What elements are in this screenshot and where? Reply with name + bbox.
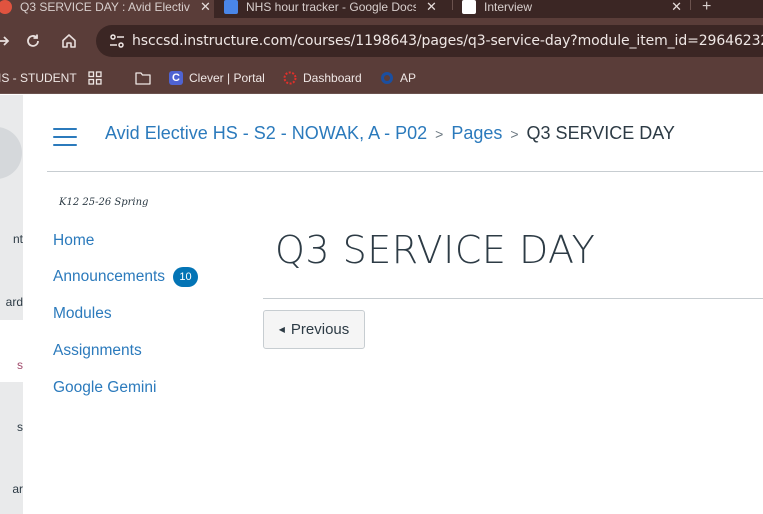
bookmark-label: IS - STUDENT xyxy=(0,71,77,85)
global-nav-courses[interactable]: s xyxy=(0,320,23,382)
course-nav-home[interactable]: Home xyxy=(53,232,94,250)
address-bar[interactable]: hsccsd.instructure.com/courses/1198643/p… xyxy=(96,25,763,57)
browser-tab-interview[interactable]: Interview ✕ xyxy=(462,0,682,18)
course-nav-label: Google Gemini xyxy=(53,379,157,396)
browser-toolbar: hsccsd.instructure.com/courses/1198643/p… xyxy=(0,18,763,64)
previous-label: Previous xyxy=(290,321,350,338)
course-nav-google-gemini[interactable]: Google Gemini xyxy=(53,379,156,397)
browser-tab-strip: Q3 SERVICE DAY : Avid Elective ✕ NHS hou… xyxy=(0,0,763,18)
chevron-right-icon: > xyxy=(510,125,519,142)
term-label: K12 25-26 Spring xyxy=(59,197,149,208)
course-nav-label: Modules xyxy=(53,305,112,322)
global-nav-label: s xyxy=(17,358,23,372)
home-icon[interactable] xyxy=(60,32,78,50)
global-navigation: nt ard s s ar xyxy=(0,95,23,514)
global-nav-label: ard xyxy=(5,295,23,309)
google-docs-favicon-icon xyxy=(224,0,238,14)
close-tab-icon[interactable]: ✕ xyxy=(426,0,437,15)
forward-arrow-icon[interactable] xyxy=(0,32,12,50)
tab-separator xyxy=(690,0,691,10)
unread-count-badge: 10 xyxy=(173,267,199,287)
breadcrumb: Avid Elective HS - S2 - NOWAK, A - P02 >… xyxy=(105,123,675,144)
bookmark-folder[interactable] xyxy=(135,71,157,85)
browser-tab-active[interactable]: Q3 SERVICE DAY : Avid Elective ✕ xyxy=(0,0,214,18)
breadcrumb-current-page: Q3 SERVICE DAY xyxy=(526,123,675,143)
breadcrumb-course-link[interactable]: Avid Elective HS - S2 - NOWAK, A - P02 xyxy=(105,123,427,144)
bookmark-label: Clever | Portal xyxy=(189,71,265,85)
interview-favicon-icon xyxy=(462,0,476,14)
canvas-favicon-icon xyxy=(0,0,12,14)
global-nav-calendar[interactable]: ar xyxy=(0,482,23,496)
bookmark-apps[interactable] xyxy=(88,71,108,85)
tab-title: NHS hour tracker - Google Docs xyxy=(246,0,416,14)
previous-button[interactable]: ◀ Previous xyxy=(263,310,365,349)
new-tab-button[interactable]: + xyxy=(702,0,722,18)
course-menu-toggle-icon[interactable] xyxy=(53,128,77,146)
tab-title: Interview xyxy=(484,0,533,14)
bookmark-student[interactable]: IS - STUDENT xyxy=(0,71,77,85)
bookmark-label: Dashboard xyxy=(303,71,362,85)
global-nav-logo[interactable] xyxy=(0,127,22,179)
bookmark-label: AP xyxy=(400,71,417,85)
tab-separator xyxy=(452,0,453,10)
chevron-right-icon: > xyxy=(435,125,444,142)
global-nav-dashboard[interactable]: ard xyxy=(0,295,23,309)
clever-icon: C xyxy=(169,71,183,85)
course-nav-assignments[interactable]: Assignments xyxy=(53,342,142,360)
course-nav-label: Announcements xyxy=(53,268,166,285)
global-nav-groups[interactable]: s xyxy=(0,420,23,434)
breadcrumb-pages-link[interactable]: Pages xyxy=(451,123,502,144)
browser-tab-docs[interactable]: NHS hour tracker - Google Docs ✕ xyxy=(224,0,446,18)
dashboard-icon xyxy=(283,71,297,85)
apps-grid-icon xyxy=(88,71,102,85)
header-divider xyxy=(47,171,763,172)
close-tab-icon[interactable]: ✕ xyxy=(671,0,682,15)
tab-title: Q3 SERVICE DAY : Avid Elective xyxy=(20,0,190,14)
folder-icon xyxy=(135,71,151,85)
global-nav-account[interactable]: nt xyxy=(0,232,23,246)
site-info-icon[interactable] xyxy=(108,32,126,50)
page-title: Q3 SERVICE DAY xyxy=(275,228,596,272)
bookmark-ap[interactable]: AP xyxy=(380,71,416,85)
ap-icon xyxy=(380,71,394,85)
course-nav-modules[interactable]: Modules xyxy=(53,305,112,323)
close-tab-icon[interactable]: ✕ xyxy=(200,0,211,15)
global-nav-label: s xyxy=(17,420,23,434)
course-nav-label: Home xyxy=(53,232,95,249)
url-text: hsccsd.instructure.com/courses/1198643/p… xyxy=(132,33,763,49)
bookmark-dashboard[interactable]: Dashboard xyxy=(283,71,362,85)
course-nav-announcements[interactable]: Announcements 10 xyxy=(53,267,199,287)
bookmarks-bar: IS - STUDENT C Clever | Portal Dashboard… xyxy=(0,64,763,94)
bookmark-clever[interactable]: C Clever | Portal xyxy=(169,71,265,85)
global-nav-label: nt xyxy=(12,232,23,246)
plus-icon: + xyxy=(702,0,712,15)
course-nav-label: Assignments xyxy=(53,342,142,359)
content-divider xyxy=(263,298,763,299)
reload-icon[interactable] xyxy=(24,32,42,50)
global-nav-label: ar xyxy=(12,482,23,496)
caret-left-icon: ◀ xyxy=(278,325,285,334)
